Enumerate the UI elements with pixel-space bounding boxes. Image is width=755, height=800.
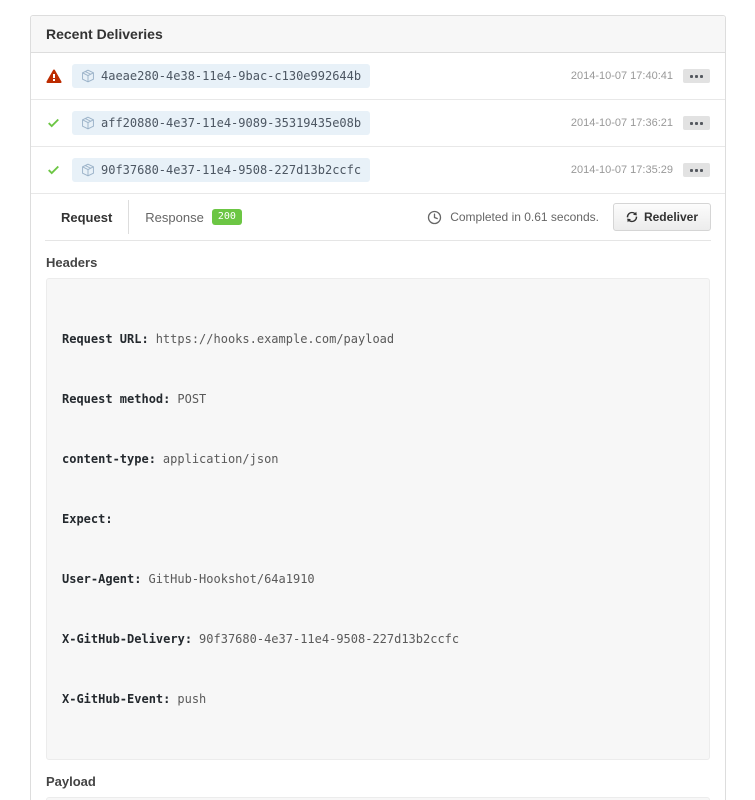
header-value: POST: [177, 392, 206, 406]
header-value: GitHub-Hookshot/64a1910: [148, 572, 314, 586]
package-icon: [81, 163, 95, 177]
delivery-uuid-pill[interactable]: 90f37680-4e37-11e4-9508-227d13b2ccfc: [72, 158, 370, 182]
tab-response-label: Response: [145, 210, 204, 225]
delivery-row: 90f37680-4e37-11e4-9508-227d13b2ccfc 2014…: [31, 147, 725, 194]
delivery-timestamp: 2014-10-07 17:36:21: [571, 117, 673, 129]
package-icon: [81, 116, 95, 130]
ellipsis-icon: [700, 169, 703, 172]
ellipsis-icon: [695, 122, 698, 125]
recent-deliveries-panel: Recent Deliveries 4aeae280-4e38-11e4-9ba…: [30, 15, 726, 800]
delivery-row: 4aeae280-4e38-11e4-9bac-c130e992644b 2014…: [31, 53, 725, 100]
header-line: User-Agent: GitHub-Hookshot/64a1910: [62, 569, 694, 589]
clock-icon: [427, 210, 442, 225]
delivery-uuid-pill[interactable]: 4aeae280-4e38-11e4-9bac-c130e992644b: [72, 64, 370, 88]
ellipsis-icon: [690, 75, 693, 78]
ellipsis-icon: [695, 169, 698, 172]
header-name: Expect:: [62, 512, 113, 526]
ellipsis-button[interactable]: [683, 69, 710, 83]
tab-request[interactable]: Request: [45, 202, 128, 233]
delivery-uuid: 90f37680-4e37-11e4-9508-227d13b2ccfc: [101, 163, 361, 177]
header-line: Request method: POST: [62, 389, 694, 409]
delivery-timestamp: 2014-10-07 17:40:41: [571, 70, 673, 82]
header-line: X-GitHub-Delivery: 90f37680-4e37-11e4-950…: [62, 629, 694, 649]
header-value: 90f37680-4e37-11e4-9508-227d13b2ccfc: [199, 632, 459, 646]
delivery-uuid: aff20880-4e37-11e4-9089-35319435e08b: [101, 116, 361, 130]
ellipsis-icon: [695, 75, 698, 78]
header-line: X-GitHub-Event: push: [62, 689, 694, 709]
package-icon: [81, 69, 95, 83]
redeliver-label: Redeliver: [644, 210, 698, 224]
deliveries-list: 4aeae280-4e38-11e4-9bac-c130e992644b 2014…: [31, 53, 725, 194]
tab-bar-right: Completed in 0.61 seconds. Redeliver: [427, 203, 711, 231]
header-line: content-type: application/json: [62, 449, 694, 469]
panel-title: Recent Deliveries: [31, 16, 725, 53]
detail-tab-bar: Request Response 200 Completed in 0.61 s…: [45, 194, 711, 241]
delivery-uuid: 4aeae280-4e38-11e4-9bac-c130e992644b: [101, 69, 361, 83]
delivery-timestamp: 2014-10-07 17:35:29: [571, 164, 673, 176]
header-name: content-type:: [62, 452, 156, 466]
delivery-row: aff20880-4e37-11e4-9089-35319435e08b 2014…: [31, 100, 725, 147]
alert-icon: [46, 68, 64, 84]
completed-text: Completed in 0.61 seconds.: [450, 210, 599, 224]
tab-request-label: Request: [61, 210, 112, 225]
header-name: Request method:: [62, 392, 170, 406]
tab-response[interactable]: Response 200: [129, 201, 258, 233]
header-value: application/json: [163, 452, 279, 466]
check-icon: [46, 115, 64, 131]
payload-section-title: Payload: [46, 774, 710, 789]
redeliver-button[interactable]: Redeliver: [613, 203, 711, 231]
check-icon: [46, 162, 64, 178]
header-value: push: [177, 692, 206, 706]
ellipsis-button[interactable]: [683, 116, 710, 130]
request-headers-box: Request URL: https://hooks.example.com/pa…: [46, 278, 710, 760]
ellipsis-button[interactable]: [683, 163, 710, 177]
ellipsis-icon: [690, 122, 693, 125]
delivery-uuid-pill[interactable]: aff20880-4e37-11e4-9089-35319435e08b: [72, 111, 370, 135]
headers-section-title: Headers: [46, 255, 710, 270]
header-name: X-GitHub-Delivery:: [62, 632, 192, 646]
header-value: https://hooks.example.com/payload: [156, 332, 394, 346]
header-name: X-GitHub-Event:: [62, 692, 170, 706]
ellipsis-icon: [700, 75, 703, 78]
ellipsis-icon: [700, 122, 703, 125]
header-name: Request URL:: [62, 332, 149, 346]
ellipsis-icon: [690, 169, 693, 172]
sync-icon: [626, 210, 638, 224]
status-code-badge: 200: [212, 209, 242, 225]
header-line: Request URL: https://hooks.example.com/pa…: [62, 329, 694, 349]
header-line: Expect:: [62, 509, 694, 529]
header-name: User-Agent:: [62, 572, 141, 586]
